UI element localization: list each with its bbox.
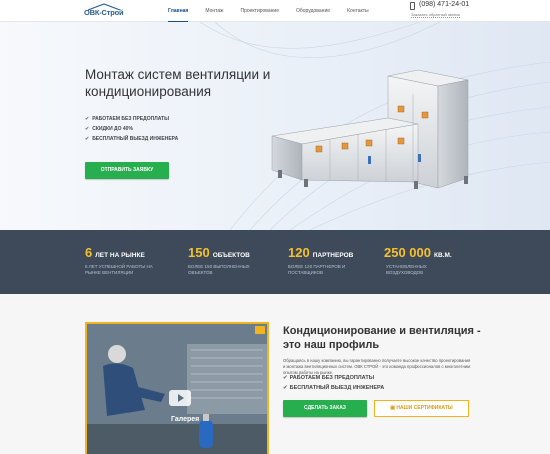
hero-section: Монтаж систем вентиляции и кондициониров… — [0, 22, 550, 230]
stat-value: 250 000 — [384, 245, 431, 260]
stat-description: 6 ЛЕТ УСПЕШНОЙ РАБОТЫ НА РЫНКЕ ВЕНТИЛЯЦИИ — [85, 264, 153, 276]
stat-years: 6 ЛЕТ НА РЫНКЕ 6 ЛЕТ УСПЕШНОЙ РАБОТЫ НА РЫ… — [85, 245, 153, 276]
main-nav: Главная Монтаж Проектирование Оборудован… — [168, 0, 386, 22]
feature-label: БЕСПЛАТНЫЙ ВЫЕЗД ИНЖЕНЕРА — [289, 385, 385, 391]
stat-description: БОЛЕЕ 120 ПАРТНЕРОВ И ПОСТАВЩИКОВ — [288, 264, 353, 276]
hero-feature-list: ✔ РАБОТАЕМ БЕЗ ПРЕДОПЛАТЫ ✔ СКИДКИ ДО 40% … — [85, 114, 178, 144]
ventilation-unit-image — [271, 69, 469, 189]
technician-photo — [87, 324, 267, 454]
stat-partners: 120 ПАРТНЕРОВ БОЛЕЕ 120 ПАРТНЕРОВ И ПОСТАВ… — [288, 245, 353, 276]
nav-item-installation[interactable]: Монтаж — [205, 0, 223, 22]
gallery-label: Галерея — [171, 416, 200, 423]
list-item: ✔ БЕСПЛАТНЫЙ ВЫЕЗД ИНЖЕНЕРА — [85, 134, 178, 144]
stat-unit: КВ.М. — [434, 252, 452, 259]
feature-label: РАБОТАЕМ БЕЗ ПРЕДОПЛАТЫ — [92, 116, 170, 122]
stat-description: БОЛЕЕ 150 ВЫПОЛНЕННЫХ ОБЪЕКТОВ — [188, 264, 250, 276]
phone-number[interactable]: (098) 471-24-01 — [419, 1, 469, 8]
logo-text: ОВК-Строй — [84, 8, 124, 17]
check-icon: ✔ — [85, 136, 90, 142]
stat-desc-line: ПОСТАВЩИКОВ — [288, 270, 323, 275]
play-icon[interactable] — [169, 390, 191, 406]
stats-band: 6 ЛЕТ НА РЫНКЕ 6 ЛЕТ УСПЕШНОЙ РАБОТЫ НА РЫ… — [0, 230, 550, 294]
logo[interactable]: ОВК-Строй — [84, 3, 124, 19]
stat-unit: ОБЪЕКТОВ — [212, 252, 250, 259]
stat-desc-line: 6 ЛЕТ УСПЕШНОЙ РАБОТЫ НА — [85, 264, 153, 269]
place-order-button[interactable]: СДЕЛАТЬ ЗАКАЗ — [283, 400, 367, 417]
nav-item-contacts[interactable]: Контакты — [347, 0, 369, 22]
about-feature-list: ✔ РАБОТАЕМ БЕЗ ПРЕДОПЛАТЫ ✔ БЕСПЛАТНЫЙ ВЫЕ… — [283, 373, 384, 393]
nav-item-home[interactable]: Главная — [168, 0, 189, 22]
stat-value: 150 — [188, 245, 210, 260]
about-section: Галерея Кондиционирование и вентиляция -… — [0, 294, 550, 454]
stat-unit: ПАРТНЕРОВ — [312, 252, 354, 259]
stat-description: УСТАНОВЛЕННЫХ ВОЗДУХОВОДОВ — [386, 264, 452, 276]
list-item: ✔ БЕСПЛАТНЫЙ ВЫЕЗД ИНЖЕНЕРА — [283, 383, 384, 393]
feature-label: СКИДКИ ДО 40% — [92, 126, 133, 132]
stat-number: 120 ПАРТНЕРОВ — [288, 245, 353, 260]
stat-desc-line: РЫНКЕ ВЕНТИЛЯЦИИ — [85, 270, 134, 275]
stat-unit: ЛЕТ НА РЫНКЕ — [95, 252, 145, 259]
nav-item-equipment[interactable]: Оборудование — [296, 0, 330, 22]
stat-value: 6 — [85, 245, 93, 260]
gallery-tag-icon — [255, 326, 265, 334]
stat-number: 6 ЛЕТ НА РЫНКЕ — [85, 245, 153, 260]
check-icon: ✔ — [283, 375, 288, 381]
stat-desc-line: ОБЪЕКТОВ — [188, 270, 213, 275]
gallery-preview[interactable]: Галерея — [85, 322, 269, 454]
nav-item-design[interactable]: Проектирование — [240, 0, 279, 22]
stat-number: 250 000 КВ.М. — [384, 245, 452, 260]
stat-desc-line: БОЛЕЕ 120 ПАРТНЕРОВ И — [288, 264, 346, 269]
feature-label: РАБОТАЕМ БЕЗ ПРЕДОПЛАТЫ — [289, 375, 375, 381]
list-item: ✔ РАБОТАЕМ БЕЗ ПРЕДОПЛАТЫ — [85, 114, 178, 124]
stat-desc-line: БОЛЕЕ 150 ВЫПОЛНЕННЫХ — [188, 264, 250, 269]
stat-number: 150 ОБЪЕКТОВ — [188, 245, 250, 260]
check-icon: ✔ — [85, 116, 90, 122]
certificates-button[interactable]: ▣ НАШИ СЕРТИФИКАТЫ — [374, 400, 469, 417]
feature-label: БЕСПЛАТНЫЙ ВЫЕЗД ИНЖЕНЕРА — [92, 136, 179, 142]
check-icon: ✔ — [85, 126, 90, 132]
stat-objects: 150 ОБЪЕКТОВ БОЛЕЕ 150 ВЫПОЛНЕННЫХ ОБЪЕКТО… — [188, 245, 250, 276]
site-header: ОВК-Строй Главная Монтаж Проектирование … — [0, 0, 550, 22]
callback-link[interactable]: Заказать обратный звонок — [411, 12, 461, 18]
stat-desc-line: УСТАНОВЛЕННЫХ — [386, 264, 427, 269]
certificates-label: НАШИ СЕРТИФИКАТЫ — [396, 405, 453, 411]
stat-desc-line: ВОЗДУХОВОДОВ — [386, 270, 424, 275]
about-title: Кондиционирование и вентиляция - это наш… — [283, 325, 481, 351]
stat-area: 250 000 КВ.М. УСТАНОВЛЕННЫХ ВОЗДУХОВОДОВ — [384, 245, 452, 276]
list-item: ✔ СКИДКИ ДО 40% — [85, 124, 178, 134]
send-request-button[interactable]: ОТПРАВИТЬ ЗАЯВКУ — [85, 162, 169, 179]
phone-icon — [410, 2, 415, 10]
check-icon: ✔ — [283, 385, 288, 391]
stat-value: 120 — [288, 245, 310, 260]
list-item: ✔ РАБОТАЕМ БЕЗ ПРЕДОПЛАТЫ — [283, 373, 384, 383]
